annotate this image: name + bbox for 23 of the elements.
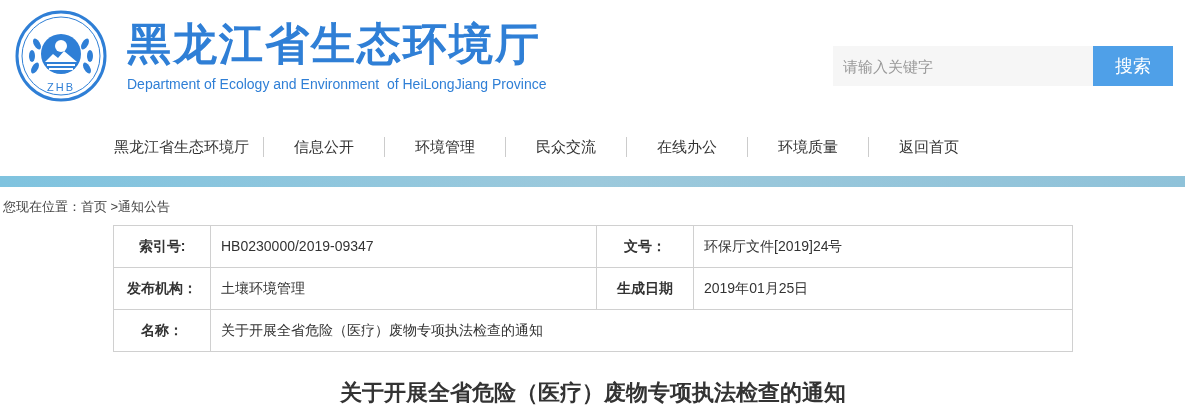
article-title: 关于开展全省危险（医疗）废物专项执法检查的通知 xyxy=(338,378,847,407)
site-subtitle: Department of Ecology and Environment of HeiLongJiang Province xyxy=(127,74,547,94)
nav-link[interactable]: 环境管理 xyxy=(385,135,505,159)
value-cell: 土壤环境管理 xyxy=(210,267,597,309)
value-cell: 关于开展全省危险（医疗）废物专项执法检查的通知 xyxy=(210,309,1073,351)
breadcrumb: 您现在位置：首页 >通知公告 xyxy=(2,198,172,216)
label-cell: 文号： xyxy=(596,225,694,267)
label-cell: 索引号: xyxy=(113,225,211,267)
nav-link[interactable]: 信息公开 xyxy=(264,135,384,159)
label-cell: 名称： xyxy=(113,309,211,351)
label-cell: 发布机构： xyxy=(113,267,211,309)
search-field[interactable]: 请输入关键字 xyxy=(833,46,1093,86)
nav-link[interactable]: 民众交流 xyxy=(506,135,626,159)
value-cell: 环保厅文件[2019]24号 xyxy=(693,225,1073,267)
value-cell: HB0230000/2019-09347 xyxy=(210,225,597,267)
label-cell: 生成日期 xyxy=(596,267,694,309)
nav-link[interactable]: 返回首页 xyxy=(869,135,989,159)
emblem-logo: ZHB xyxy=(15,10,107,102)
nav-link[interactable]: 黑龙江省生态环境厅 xyxy=(100,135,263,159)
value-cell: 2019年01月25日 xyxy=(693,267,1073,309)
site-title: 黑龙江省生态环境厅 xyxy=(127,17,542,70)
nav-link[interactable]: 环境质量 xyxy=(748,135,868,159)
nav-link[interactable]: 在线办公 xyxy=(627,135,747,159)
